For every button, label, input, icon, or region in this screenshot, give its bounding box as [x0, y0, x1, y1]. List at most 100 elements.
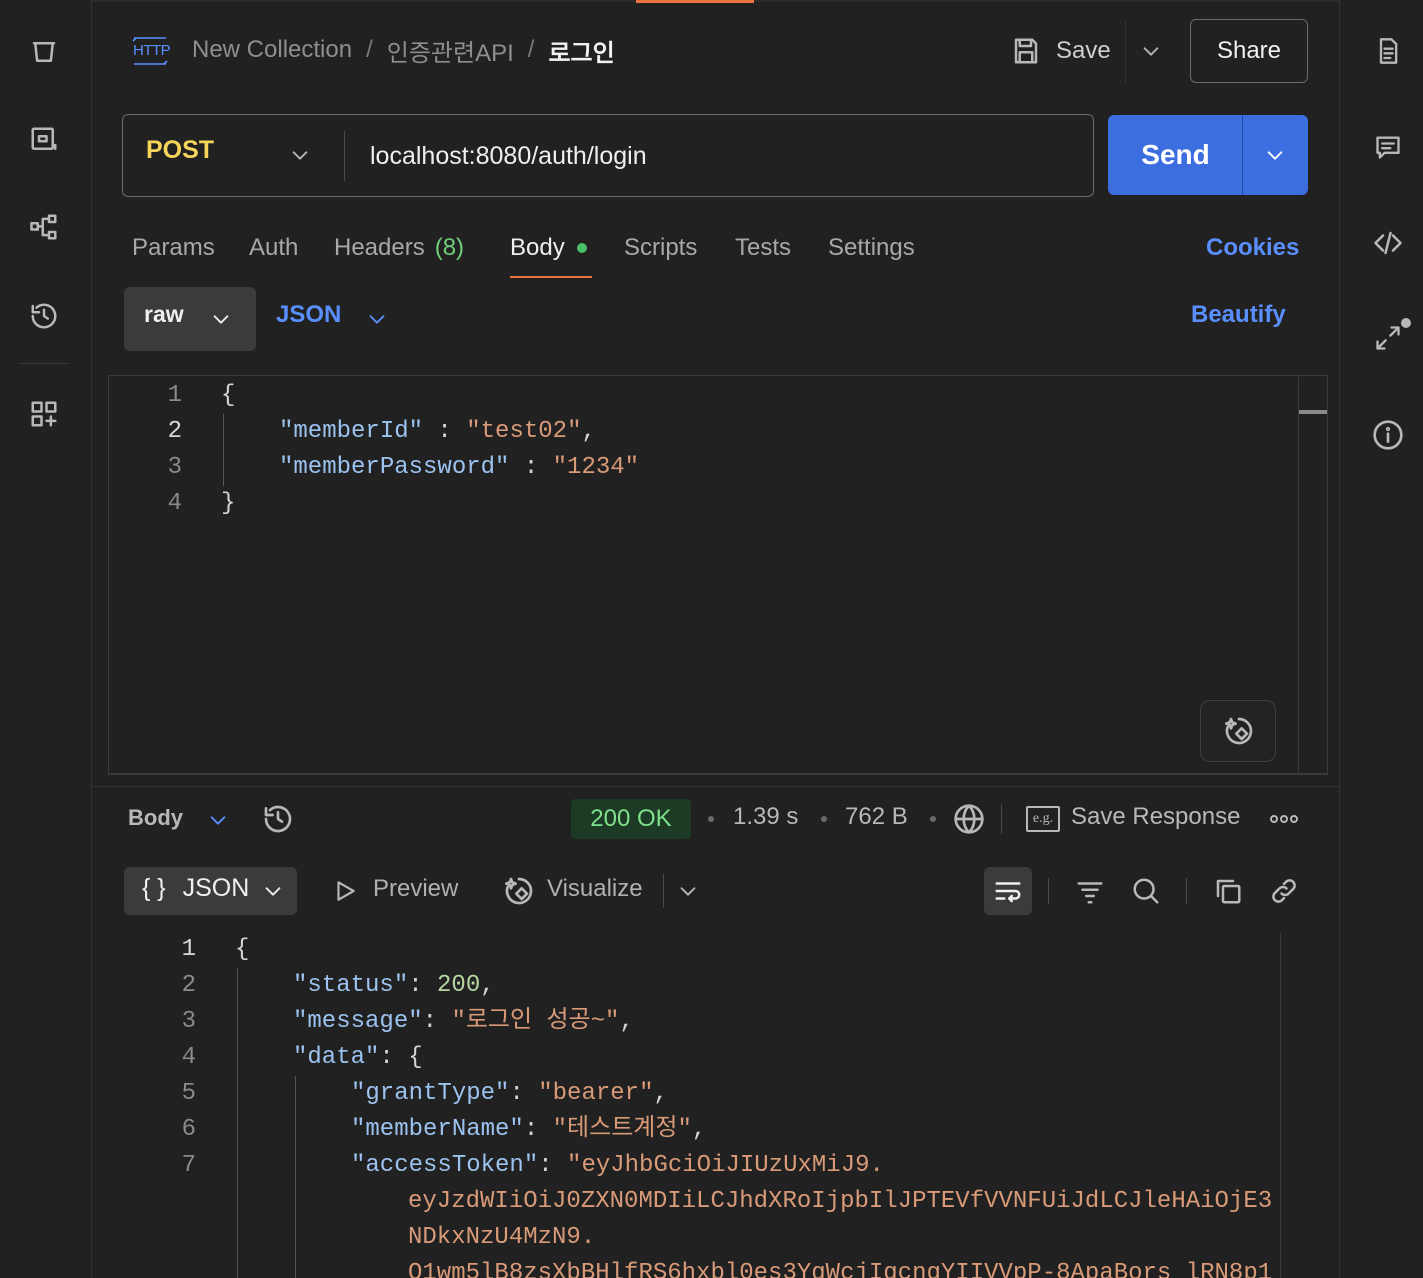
response-section-select[interactable]: Body	[128, 805, 183, 831]
chevron-down-icon[interactable]	[1261, 141, 1289, 169]
save-icon[interactable]	[1008, 34, 1044, 68]
code-line[interactable]: "memberId" : "test02",	[221, 414, 639, 450]
chevron-down-icon[interactable]	[259, 877, 287, 905]
chevron-down-icon[interactable]	[363, 305, 391, 333]
chevron-down-icon[interactable]	[204, 806, 232, 834]
code-token: 200	[437, 972, 481, 999]
code-token: :	[408, 972, 438, 999]
tab-scripts[interactable]: Scripts	[624, 228, 697, 268]
history-icon[interactable]	[259, 800, 297, 838]
visualize-tab[interactable]: Visualize	[547, 875, 643, 903]
chevron-down-icon[interactable]	[286, 141, 314, 169]
code-line[interactable]: "message": "로그인 성공~",	[235, 1004, 1280, 1040]
preview-tab[interactable]: Preview	[373, 875, 458, 903]
response-time[interactable]: 1.39 s	[733, 803, 798, 831]
globe-icon[interactable]	[950, 800, 988, 838]
breadcrumb-separator: /	[527, 36, 535, 63]
code-line[interactable]: {	[221, 378, 639, 414]
code-line[interactable]: }	[221, 486, 639, 522]
trash-icon[interactable]	[24, 32, 64, 72]
chevron-down-icon[interactable]	[674, 877, 702, 905]
code-token: "data"	[293, 1044, 380, 1071]
breadcrumb-separator: /	[366, 36, 373, 63]
breadcrumb: New Collection / 인증관련API / 로그인	[192, 30, 615, 70]
toolbar-divider	[663, 874, 664, 908]
code-token: ,	[691, 1116, 707, 1143]
history-icon[interactable]	[24, 296, 64, 336]
filter-icon[interactable]	[1072, 873, 1108, 909]
search-icon[interactable]	[1128, 873, 1164, 909]
tab-headers[interactable]: Headers (8)	[334, 228, 464, 268]
tab-body[interactable]: Body	[510, 228, 587, 268]
link-icon[interactable]	[1266, 873, 1302, 909]
meta-separator-dot	[930, 816, 936, 822]
chevron-down-icon[interactable]	[1134, 34, 1168, 68]
line-number	[156, 1220, 196, 1256]
cookies-link[interactable]: Cookies	[1206, 228, 1299, 268]
send-button[interactable]: Send	[1108, 115, 1243, 195]
response-line-numbers: 1 2 3 4 5 6 7	[156, 932, 196, 1278]
tab-headers-label: Headers	[334, 234, 425, 261]
sidebar-divider	[20, 363, 68, 364]
more-options-icon[interactable]	[1268, 804, 1300, 834]
code-line[interactable]: "accessToken": "eyJhbGciOiJIUzUxMiJ9.	[235, 1148, 1280, 1184]
code-line[interactable]: "memberPassword" : "1234"	[221, 450, 639, 486]
code-token: ,	[480, 972, 495, 999]
info-icon[interactable]	[1368, 415, 1408, 455]
editor-scrollbar-thumb[interactable]	[1299, 410, 1327, 414]
tab-params[interactable]: Params	[132, 228, 215, 268]
copy-icon[interactable]	[1210, 873, 1246, 909]
share-button[interactable]: Share	[1190, 19, 1308, 83]
method-divider	[344, 131, 345, 181]
body-mode-label: raw	[144, 301, 184, 327]
active-tab-indicator	[636, 0, 754, 3]
tab-settings[interactable]: Settings	[828, 228, 915, 268]
code-token: "memberPassword"	[279, 454, 510, 481]
line-number: 4	[167, 490, 182, 517]
code-token: }	[221, 490, 236, 517]
code-line[interactable]: "status": 200,	[235, 968, 1280, 1004]
tab-tests[interactable]: Tests	[735, 228, 791, 268]
flows-icon[interactable]	[24, 207, 64, 247]
code-line[interactable]: eyJzdWIiOiJ0ZXN0MDIiLCJhdXRoIjpbIlJPTEVf…	[235, 1184, 1280, 1220]
meta-separator-dot	[821, 816, 827, 822]
breadcrumb-collection[interactable]: New Collection	[192, 36, 352, 64]
chevron-down-icon[interactable]	[207, 305, 235, 333]
body-language-select[interactable]: JSON	[276, 301, 341, 329]
code-token: :	[538, 1152, 568, 1179]
code-token: {	[221, 382, 236, 409]
url-input[interactable]	[370, 136, 1070, 176]
play-icon[interactable]	[330, 876, 360, 906]
comments-icon[interactable]	[1368, 127, 1408, 167]
tab-auth[interactable]: Auth	[249, 228, 298, 268]
save-button[interactable]: Save	[1056, 37, 1111, 65]
code-line[interactable]: {	[235, 932, 1280, 968]
code-line[interactable]: "data": {	[235, 1040, 1280, 1076]
toolbar-divider	[1048, 878, 1049, 904]
code-line[interactable]: NDkxNzU4MzN9.	[235, 1220, 1280, 1256]
method-select[interactable]: POST	[146, 136, 214, 165]
protocol-badge: HTTP	[133, 42, 171, 59]
response-scrollbar[interactable]	[1280, 932, 1281, 1278]
code-icon[interactable]	[1368, 223, 1408, 263]
response-size[interactable]: 762 B	[845, 803, 908, 831]
request-code: { "memberId" : "test02", "memberPassword" …	[221, 378, 639, 522]
code-line[interactable]: Q1wm5lB8zsXbBHlfRS6hxbl0es3YgWcjIgcngYII…	[235, 1256, 1280, 1278]
code-line[interactable]: "grantType": "bearer",	[235, 1076, 1280, 1112]
line-number: 3	[181, 1008, 196, 1035]
status-badge[interactable]: 200 OK	[571, 799, 691, 839]
wrap-lines-icon	[990, 873, 1026, 909]
save-response-button[interactable]: Save Response	[1071, 803, 1240, 831]
breadcrumb-folder[interactable]: 인증관련API	[387, 33, 514, 68]
code-token: "memberId"	[279, 418, 424, 445]
code-line[interactable]: "memberName": "테스트계정",	[235, 1112, 1280, 1148]
add-widget-icon[interactable]	[24, 394, 64, 434]
documentation-icon[interactable]	[1368, 31, 1408, 71]
beautify-button[interactable]: Beautify	[1191, 301, 1286, 329]
editor-scrollbar-track	[1298, 377, 1299, 773]
breadcrumb-request[interactable]: 로그인	[548, 33, 614, 68]
visualize-icon[interactable]	[500, 872, 538, 910]
environment-icon[interactable]	[24, 120, 64, 160]
line-number: 2	[181, 972, 196, 999]
line-number: 1	[167, 382, 182, 409]
